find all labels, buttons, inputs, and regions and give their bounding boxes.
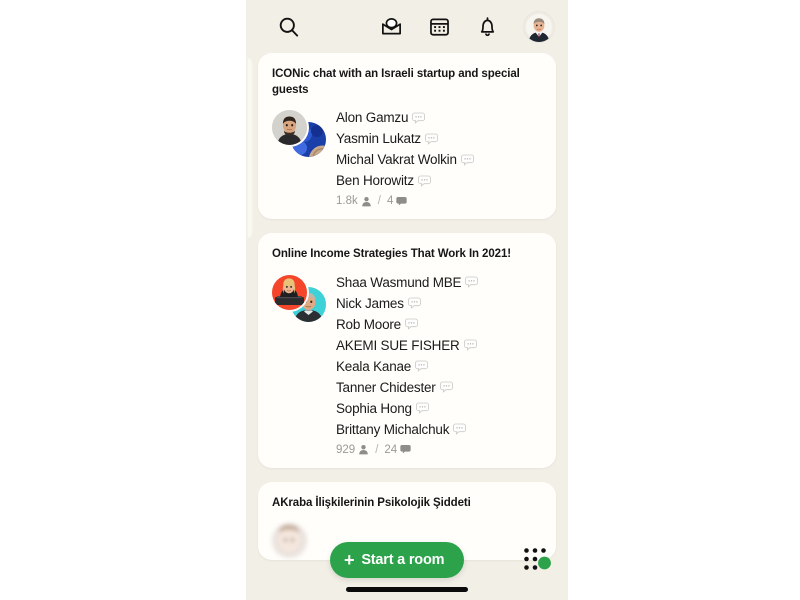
speaker-item[interactable]: Brittany Michalchuk [336, 420, 542, 440]
speech-bubble-icon [425, 133, 438, 145]
speaker-name: AKEMI SUE FISHER [336, 337, 460, 353]
speaker-item[interactable]: Shaa Wasmund MBE [336, 273, 542, 293]
speaker-avatars [272, 523, 328, 559]
bell-icon[interactable] [476, 15, 499, 38]
speaker-name: Yasmin Lukatz [336, 131, 421, 147]
speaker-name: Ben Horowitz [336, 173, 414, 189]
speech-bubble-icon [415, 360, 428, 372]
speaker-count: 4 [386, 195, 394, 208]
room-card[interactable]: ICONic chat with an Israeli startup and … [258, 53, 556, 220]
speaker-avatar-1 [272, 110, 307, 146]
speech-bubble-icon [418, 175, 431, 187]
dot-grid-icon[interactable] [522, 546, 552, 574]
envelope-icon[interactable] [380, 15, 403, 38]
speaker-item[interactable]: Rob Moore [336, 315, 542, 335]
room-title: ICONic chat with an Israeli startup and … [272, 68, 520, 96]
plus-icon: + [344, 549, 355, 570]
start-a-room-button[interactable]: + Start a room [330, 542, 465, 578]
room-stats: 929 / 24 [336, 444, 542, 456]
speech-bubble-icon [412, 112, 426, 124]
speaker-name: Shaa Wasmund MBE [336, 274, 462, 290]
room-stats: 1.8k / 4 [336, 195, 542, 207]
stats-separator: / [377, 195, 381, 208]
speaker-name: Rob Moore [336, 316, 401, 332]
stats-separator: / [375, 443, 379, 456]
speaker-item[interactable]: Ben Horowitz [336, 171, 542, 191]
user-avatar[interactable] [524, 11, 554, 42]
listener-count: 929 [336, 443, 356, 456]
speaker-list: Alon Gamzu Yasmin Lukatz Michal Vakrat W… [336, 108, 542, 207]
speech-bubble-icon [405, 318, 418, 330]
search-icon[interactable] [277, 15, 301, 39]
screenshot-root: ICONic chat with an Israeli startup and … [0, 0, 800, 600]
speaker-item[interactable]: AKEMI SUE FISHER [336, 336, 542, 356]
person-icon [361, 196, 371, 206]
speaker-name: Michal Vakrat Wolkin [336, 152, 457, 168]
speaker-list: Shaa Wasmund MBE Nick James Rob Moore AK… [336, 273, 542, 456]
speech-bubble-icon [416, 402, 429, 414]
speaker-item[interactable]: Keala Kanae [336, 357, 542, 377]
speaker-avatar-1 [272, 523, 307, 559]
person-icon [359, 445, 368, 455]
speech-bubble-icon [460, 154, 474, 166]
room-title: AKraba İlişkilerinin Psikolojik Şiddeti [272, 496, 471, 509]
speech-bubble-icon [396, 196, 408, 206]
speaker-item[interactable]: Sophia Hong [336, 399, 542, 419]
speech-bubble-icon [465, 276, 479, 288]
speaker-name: Sophia Hong [336, 400, 412, 416]
speaker-name: Alon Gamzu [336, 110, 409, 126]
listener-count: 1.8k [336, 195, 358, 208]
speaker-avatar-1 [272, 274, 307, 310]
speaker-avatars [272, 274, 328, 323]
speech-bubble-icon [400, 445, 411, 454]
speaker-name: Nick James [336, 295, 404, 311]
room-title: Online Income Strategies That Work In 20… [272, 248, 511, 261]
speech-bubble-icon [463, 339, 477, 351]
speaker-item[interactable]: Alon Gamzu [336, 108, 542, 128]
room-card[interactable]: Online Income Strategies That Work In 20… [258, 233, 556, 468]
speech-bubble-icon [407, 297, 421, 309]
top-navigation-bar [246, 0, 568, 53]
speaker-avatars [272, 110, 328, 158]
room-feed[interactable]: ICONic chat with an Israeli startup and … [246, 53, 568, 600]
speaker-item[interactable]: Nick James [336, 294, 542, 314]
start-a-room-label: Start a room [361, 552, 445, 568]
speaker-name: Tanner Chidester [336, 379, 436, 395]
speaker-item[interactable]: Michal Vakrat Wolkin [336, 150, 542, 170]
calendar-icon[interactable] [428, 15, 451, 38]
speech-bubble-icon [439, 381, 453, 393]
home-indicator [346, 587, 468, 592]
speech-bubble-icon [453, 423, 467, 435]
avatar-portrait [524, 11, 554, 42]
phone-screen: ICONic chat with an Israeli startup and … [246, 0, 568, 600]
speaker-item[interactable]: Yasmin Lukatz [336, 129, 542, 149]
speaker-item[interactable]: Tanner Chidester [336, 378, 542, 398]
speaker-name: Keala Kanae [336, 358, 412, 374]
speaker-name: Brittany Michalchuk [336, 421, 450, 437]
speaker-count: 24 [384, 443, 398, 456]
